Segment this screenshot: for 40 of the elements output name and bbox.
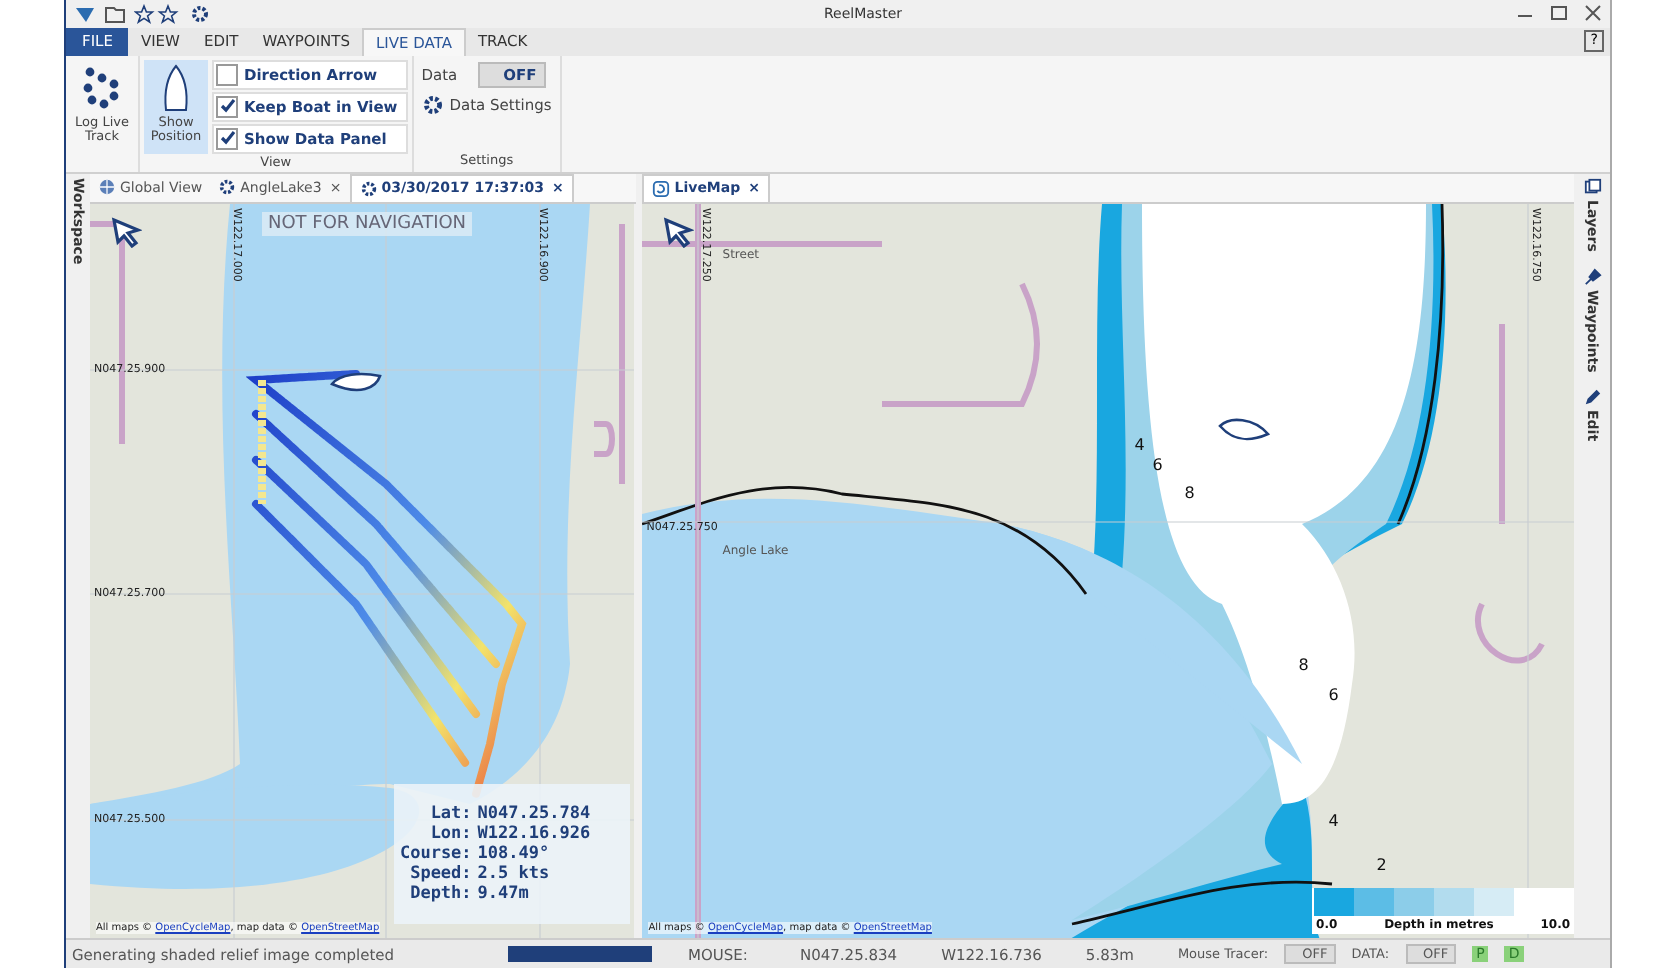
depth-contour-label: 4 xyxy=(1328,811,1339,830)
globe-icon xyxy=(97,178,116,197)
depth-contour-label: 4 xyxy=(1134,435,1145,454)
boat-icon xyxy=(1218,413,1271,446)
depth-contour-label: 6 xyxy=(1152,455,1163,474)
data-field-value: N047.25.784 xyxy=(477,803,593,824)
checkbox[interactable] xyxy=(216,127,238,150)
data-field-label: Lon: xyxy=(428,823,472,844)
gear-icon xyxy=(218,178,237,197)
cursor-arrow-icon xyxy=(662,215,695,248)
refresh-icon xyxy=(652,179,671,198)
track-dots-icon xyxy=(80,63,124,112)
layers-icon xyxy=(1583,177,1602,196)
depth-contour-label: 6 xyxy=(1328,685,1339,704)
checkbox[interactable] xyxy=(216,95,238,118)
cursor-arrow-icon xyxy=(109,215,142,248)
data-field-value: 9.47m xyxy=(477,883,531,904)
settings-icon xyxy=(421,93,444,116)
data-field-label: Speed: xyxy=(408,863,472,884)
data-field-value: 2.5 kts xyxy=(477,863,552,884)
data-field-label: Lat: xyxy=(428,803,472,824)
close-icon[interactable] xyxy=(1584,4,1602,23)
maximize-icon[interactable] xyxy=(1550,4,1568,23)
boat-icon xyxy=(160,63,192,112)
depth-map-drawing[interactable] xyxy=(642,203,1575,939)
data-field-label: Course: xyxy=(399,843,472,864)
navigation-warning: NOT FOR NAVIGATION xyxy=(261,211,473,236)
depth-contour-label: 8 xyxy=(1298,655,1309,674)
star-icon[interactable] xyxy=(134,3,182,24)
data-field-label: Depth: xyxy=(408,883,472,904)
data-field-value: 108.49° xyxy=(477,843,552,864)
data-field-value: W122.16.926 xyxy=(477,823,593,844)
pencil-icon xyxy=(1583,388,1602,407)
folder-icon[interactable] xyxy=(104,3,126,24)
depth-contour-label: 8 xyxy=(1184,483,1195,502)
pin-icon xyxy=(1583,267,1602,286)
settings-icon[interactable] xyxy=(190,3,210,24)
depth-contour-label: 2 xyxy=(1376,855,1387,874)
checkbox[interactable] xyxy=(216,63,238,86)
gear-icon xyxy=(359,179,378,198)
